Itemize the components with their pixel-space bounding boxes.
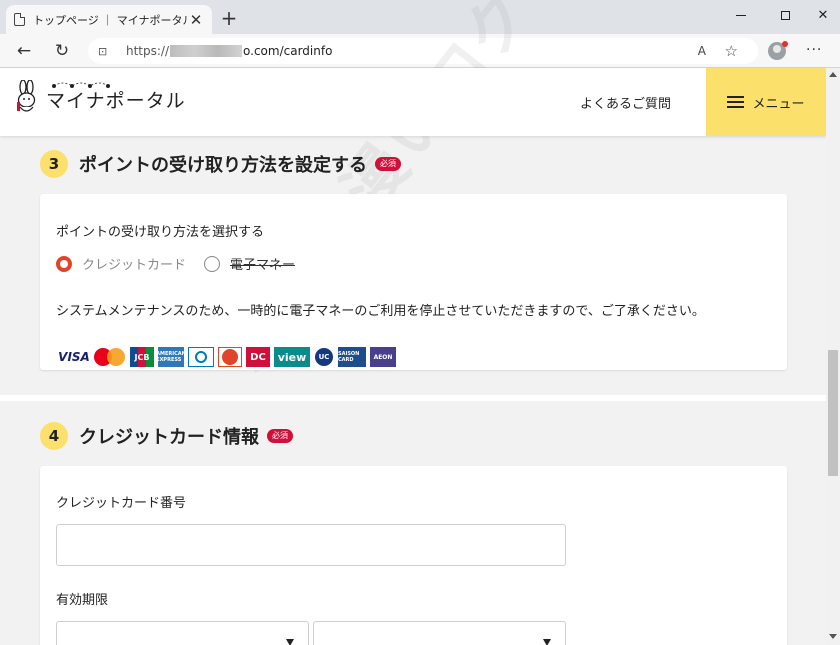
expiry-month-select[interactable] [56, 621, 309, 645]
dropdown-arrow-icon [286, 639, 294, 645]
card-number-label: クレジットカード番号 [56, 496, 187, 511]
amex-logo: AMERICAN EXPRESS [156, 347, 186, 367]
menu-label: メニュー [752, 96, 805, 112]
section-title: クレジットカード情報 [79, 427, 259, 448]
scroll-down-arrow-icon[interactable] [829, 634, 837, 639]
address-bar-row: ← ↻ ⊡ https:// o.com/cardinfo A ☆ ··· [0, 34, 840, 68]
mastercard-logo [94, 347, 126, 367]
reload-icon: ↻ [54, 41, 70, 61]
minimize-icon [736, 14, 746, 16]
expiry-label: 有効期限 [56, 593, 109, 608]
close-icon: ✕ [817, 7, 829, 23]
favorite-star-icon[interactable]: ☆ [725, 42, 738, 60]
address-bar[interactable]: ⊡ https:// o.com/cardinfo A ☆ [88, 38, 758, 64]
close-window-button[interactable]: ✕ [806, 0, 840, 30]
visa-logo: VISA [58, 347, 90, 367]
url-redacted [170, 45, 243, 57]
site-header: マイナポータル よくあるご質問 メニュー [0, 68, 826, 136]
scroll-up-arrow-icon[interactable] [829, 72, 837, 77]
radio-credit-card-label[interactable]: クレジットカード [82, 254, 186, 273]
back-button[interactable]: ← [11, 39, 37, 63]
expiry-year-select[interactable] [313, 621, 566, 645]
required-badge: 必須 [267, 429, 293, 443]
page-icon [14, 12, 26, 26]
profile-notification-dot [782, 41, 788, 47]
logo-dots-decoration [52, 82, 110, 88]
new-tab-button[interactable]: + [218, 7, 240, 29]
logo-text: マイナポータル [46, 90, 186, 112]
tab-close-icon[interactable]: ✕ [188, 11, 204, 29]
point-method-label: ポイントの受け取り方法を選択する [56, 225, 265, 240]
view-card-logo: view [274, 347, 310, 367]
card-brand-logos: VISA JCB AMERICAN EXPRESS DC view UC SAI… [58, 345, 400, 369]
saison-card-logo: SAISON CARD [338, 347, 366, 367]
site-logo[interactable]: マイナポータル [14, 80, 186, 116]
rabbit-mascot-icon [17, 80, 36, 112]
url-path: o.com/cardinfo [243, 44, 333, 58]
maximize-icon [780, 10, 790, 20]
uc-card-logo: UC [314, 347, 334, 367]
faq-link[interactable]: よくあるご質問 [580, 93, 671, 112]
settings-more-icon[interactable]: ··· [806, 42, 822, 58]
section-title: ポイントの受け取り方法を設定する [79, 155, 367, 176]
scroll-thumb[interactable] [828, 350, 838, 476]
jcb-logo: JCB [130, 347, 154, 367]
step-number-badge: 4 [40, 422, 68, 450]
browser-titlebar: トップページ ｜ マイナポータル ✕ + ✕ [0, 0, 840, 34]
section-4-heading: 4 クレジットカード情報 必須 [40, 422, 293, 450]
tab-title: トップページ ｜ マイナポータル [33, 13, 188, 27]
aeon-card-logo: AEON [370, 347, 396, 367]
diners-club-logo [188, 347, 214, 367]
radio-emoney-label[interactable]: 電子マネー [230, 254, 295, 273]
card-number-input[interactable] [56, 524, 566, 566]
dc-card-logo: DC [246, 347, 270, 367]
url-scheme: https:// [126, 44, 170, 58]
page-scrollbar[interactable] [826, 68, 840, 645]
radio-credit-card[interactable] [56, 255, 72, 272]
discover-logo [218, 347, 242, 367]
point-method-radio-group: クレジットカード 電子マネー [56, 254, 295, 273]
reload-button[interactable]: ↻ [49, 39, 75, 63]
point-method-card: ポイントの受け取り方法を選択する クレジットカード 電子マネー システムメンテナ… [40, 194, 787, 370]
site-info-icon[interactable]: ⊡ [98, 45, 114, 58]
maximize-button[interactable] [762, 0, 808, 30]
step-number-badge: 3 [40, 150, 68, 178]
browser-tab[interactable]: トップページ ｜ マイナポータル ✕ [6, 5, 212, 34]
required-badge: 必須 [375, 157, 401, 171]
back-arrow-icon: ← [16, 41, 32, 61]
hamburger-icon [727, 96, 745, 108]
credit-card-info-card: クレジットカード番号 有効期限 [40, 466, 787, 645]
menu-button[interactable]: メニュー [706, 68, 826, 136]
section-3-heading: 3 ポイントの受け取り方法を設定する 必須 [40, 150, 401, 178]
section-divider [0, 395, 826, 401]
minimize-button[interactable] [718, 0, 764, 30]
maintenance-notice: システムメンテナンスのため、一時的に電子マネーのご利用を停止させていただきますの… [56, 304, 705, 319]
dropdown-arrow-icon [543, 639, 551, 645]
read-aloud-icon[interactable]: A [698, 44, 706, 58]
radio-emoney[interactable] [204, 255, 221, 272]
